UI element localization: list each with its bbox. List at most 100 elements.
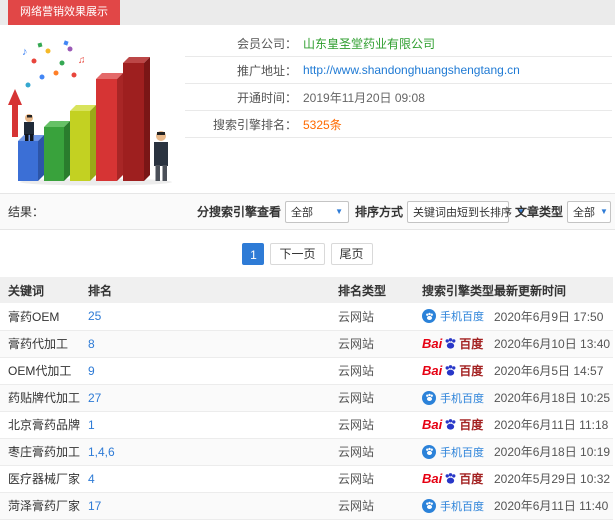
result-label: 结果： — [8, 205, 45, 219]
tab-marketing-display[interactable]: 网络营销效果展示 — [8, 0, 120, 25]
updated-time-cell: 2020年5月29日 10:32 — [494, 465, 613, 493]
table-row: 膏药代加工 8 云网站 Bai 百度 手机百度 — [0, 330, 613, 358]
company-name-link[interactable]: 山东皇圣堂药业有限公司 — [303, 35, 435, 52]
table-row: 枣庄膏药加工 1,4,6 云网站 Bai 百度 手机百度 — [0, 438, 613, 466]
updated-time-cell: 2020年6月18日 10:19 — [494, 438, 613, 466]
updated-time-cell: 2020年6月11日 11:40 — [494, 492, 613, 520]
article-type-select[interactable]: 全部 ▼ — [567, 200, 612, 223]
mobile-baidu-icon — [422, 390, 436, 405]
table-row: 北京膏药品牌 1 云网站 Bai 百度 手机百度 — [0, 411, 613, 439]
page-1-button[interactable]: 1 — [242, 243, 265, 265]
engine-type-cell: Bai 百度 手机百度 — [422, 465, 494, 493]
header-engine-type: 搜索引擎类型 — [422, 277, 494, 303]
bar-chart-illustration: ♪ ♫ — [4, 33, 176, 188]
baidu-paw-icon — [445, 419, 456, 430]
keyword-cell: OEM代加工 — [0, 357, 88, 385]
rank-type-cell: 云网站 — [338, 303, 422, 331]
keyword-cell: 菏泽膏药厂家 — [0, 492, 88, 520]
rank-cell[interactable]: 27 — [88, 384, 338, 412]
info-row-promo-url: 推广地址： http://www.shandonghuangshengtang.… — [185, 57, 612, 84]
engine-type-cell: Bai 百度 手机百度 — [422, 438, 494, 466]
mobile-baidu-icon — [422, 444, 436, 459]
promo-url-link[interactable]: http://www.shandonghuangshengtang.cn — [303, 63, 520, 77]
engine-type-cell: Bai 百度 手机百度 — [422, 303, 494, 331]
account-info-section: ♪ ♫ 会员公司： 山东皇圣堂药业有限公司 推广地址： http://www.s… — [0, 25, 615, 193]
rank-cell[interactable]: 1,4,6 — [88, 438, 338, 466]
rank-type-cell: 云网站 — [338, 384, 422, 412]
keyword-cell: 北京膏药品牌 — [0, 411, 88, 439]
rank-type-cell: 云网站 — [338, 357, 422, 385]
rank-cell[interactable]: 4 — [88, 465, 338, 493]
growth-chart-graphic: ♪ ♫ — [8, 40, 172, 186]
baidu-logo: Bai 百度 — [422, 363, 484, 378]
updated-time-cell: 2020年6月18日 10:25 — [494, 384, 613, 412]
article-type-select-value: 全部 — [573, 206, 596, 219]
open-time-value: 2019年11月20日 09:08 — [303, 90, 425, 105]
engine-filter-label: 分搜索引擎查看 — [197, 205, 282, 219]
mobile-baidu-logo: 手机百度 — [422, 390, 484, 406]
rank-cell[interactable]: 1 — [88, 411, 338, 439]
article-type-filter-label: 文章类型 — [515, 205, 564, 219]
rank-count-label: 搜索引擎排名： — [212, 117, 297, 132]
info-row-open-time: 开通时间： 2019年11月20日 09:08 — [185, 84, 612, 111]
svg-text:♫: ♫ — [78, 55, 86, 66]
header-rank: 排名 — [88, 277, 338, 303]
svg-text:♪: ♪ — [22, 46, 28, 58]
keyword-cell: 膏药OEM — [0, 303, 88, 331]
rank-cell[interactable]: 17 — [88, 492, 338, 520]
table-row: 膏药OEM 25 云网站 Bai 百度 手机百度 — [0, 303, 613, 331]
promo-url-label: 推广地址： — [236, 63, 297, 78]
marketing-report-page: 网络营销效果展示 ♪ ♫ 会员公司： 山东皇圣堂药业有限公司 推广地址： htt… — [0, 0, 615, 520]
engine-type-cell: Bai 百度 手机百度 — [422, 492, 494, 520]
engine-type-cell: Bai 百度 手机百度 — [422, 330, 494, 358]
updated-time-cell: 2020年6月10日 13:40 — [494, 330, 613, 358]
engine-type-cell: Bai 百度 手机百度 — [422, 357, 494, 385]
engine-type-cell: Bai 百度 手机百度 — [422, 384, 494, 412]
updated-time-cell: 2020年6月9日 17:50 — [494, 303, 613, 331]
next-page-button[interactable]: 下一页 — [270, 243, 325, 265]
updated-time-cell: 2020年6月11日 11:18 — [494, 411, 613, 439]
filter-bar: 结果： 分搜索引擎查看 全部 ▼ 排序方式 关键词由短到长排序 ▼ 文章类型 全… — [0, 193, 615, 230]
rank-cell[interactable]: 9 — [88, 357, 338, 385]
baidu-logo: Bai 百度 — [422, 471, 484, 486]
rank-cell[interactable]: 25 — [88, 303, 338, 331]
mobile-baidu-logo: 手机百度 — [422, 308, 484, 324]
mobile-baidu-logo: 手机百度 — [422, 444, 484, 460]
info-row-company: 会员公司： 山东皇圣堂药业有限公司 — [185, 30, 612, 57]
header-keyword: 关键词 — [0, 277, 88, 303]
topbar: 网络营销效果展示 — [0, 0, 615, 25]
baidu-paw-icon — [445, 365, 456, 376]
baidu-logo: Bai 百度 — [422, 336, 484, 351]
header-updated: 最新更新时间 — [494, 277, 613, 303]
rank-type-cell: 云网站 — [338, 465, 422, 493]
baidu-logo: Bai 百度 — [422, 417, 484, 432]
chevron-down-icon: ▼ — [600, 207, 608, 216]
mobile-baidu-icon — [422, 309, 436, 324]
keyword-cell: 医疗器械厂家 — [0, 465, 88, 493]
rank-type-cell: 云网站 — [338, 411, 422, 439]
chevron-down-icon: ▼ — [335, 207, 344, 216]
table-header-row: 关键词 排名 排名类型 搜索引擎类型 最新更新时间 — [0, 277, 613, 303]
engine-type-cell: Bai 百度 手机百度 — [422, 411, 494, 439]
table-row: OEM代加工 9 云网站 Bai 百度 手机百度 — [0, 357, 613, 385]
baidu-paw-icon — [445, 338, 456, 349]
rank-cell[interactable]: 8 — [88, 330, 338, 358]
rank-type-cell: 云网站 — [338, 330, 422, 358]
pagination: 1 下一页 尾页 — [0, 230, 615, 277]
baidu-paw-icon — [445, 473, 456, 484]
results-table: 关键词 排名 排名类型 搜索引擎类型 最新更新时间 膏药OEM 25 云网站 B… — [0, 277, 613, 520]
engine-select[interactable]: 全部 ▼ — [285, 200, 350, 223]
last-page-button[interactable]: 尾页 — [330, 243, 373, 265]
header-rank-type: 排名类型 — [338, 277, 422, 303]
rank-count-value: 5325条 — [303, 117, 342, 132]
sort-filter-label: 排序方式 — [355, 205, 404, 219]
sort-select[interactable]: 关键词由短到长排序 ▼ — [407, 200, 525, 223]
rank-type-cell: 云网站 — [338, 438, 422, 466]
keyword-cell: 药贴牌代加工 — [0, 384, 88, 412]
info-row-rank-count: 搜索引擎排名： 5325条 — [185, 111, 612, 138]
sort-select-value: 关键词由短到长排序 — [413, 206, 513, 219]
filter-controls: 分搜索引擎查看 全部 ▼ 排序方式 关键词由短到长排序 ▼ 文章类型 全部 ▼ … — [197, 194, 615, 229]
engine-select-value: 全部 — [291, 206, 314, 219]
keyword-cell: 枣庄膏药加工 — [0, 438, 88, 466]
open-time-label: 开通时间： — [236, 90, 297, 105]
